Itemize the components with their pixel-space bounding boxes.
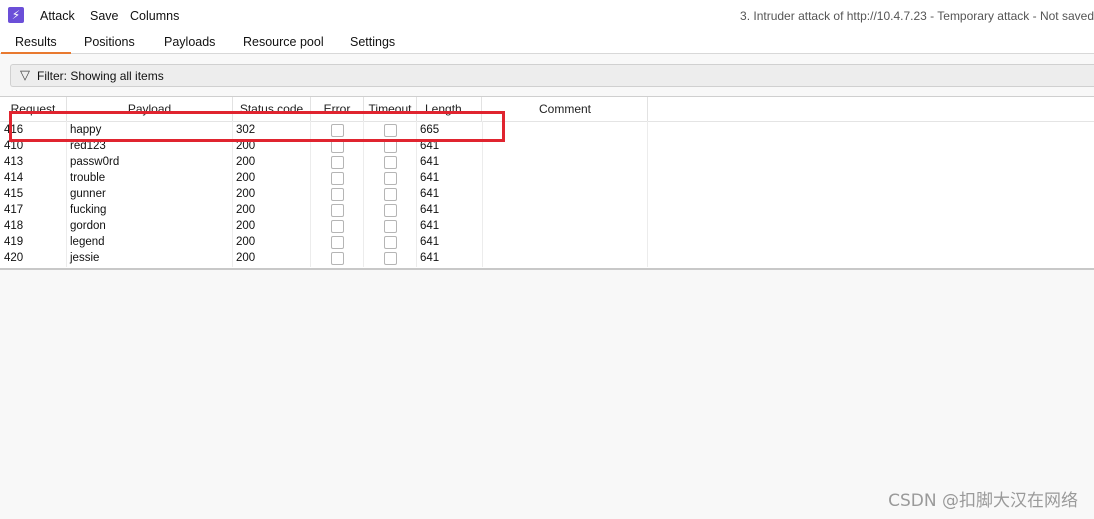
tab-positions[interactable]: Positions — [84, 35, 135, 49]
timeout-checkbox[interactable] — [384, 188, 397, 201]
error-checkbox[interactable] — [331, 252, 344, 265]
request-cell: 420 — [4, 252, 24, 264]
status-cell: 200 — [236, 188, 256, 200]
error-checkbox[interactable] — [331, 172, 344, 185]
error-checkbox[interactable] — [331, 204, 344, 217]
payload-cell: fucking — [70, 204, 107, 216]
request-cell: 417 — [4, 204, 24, 216]
timeout-checkbox[interactable] — [384, 220, 397, 233]
tab-results[interactable]: Results — [1, 35, 71, 54]
request-cell: 415 — [4, 188, 24, 200]
payload-cell: passw0rd — [70, 156, 120, 168]
table-row[interactable]: 415 gunner 200 641 — [0, 187, 648, 203]
status-cell: 200 — [236, 172, 256, 184]
request-cell: 414 — [4, 172, 24, 184]
payload-cell: legend — [70, 236, 105, 248]
tab-settings[interactable]: Settings — [350, 35, 395, 49]
filter-icon: ▽ — [20, 67, 30, 82]
status-cell: 200 — [236, 252, 256, 264]
payload-cell: trouble — [70, 172, 106, 184]
menu-attack[interactable]: Attack — [40, 9, 75, 23]
tab-bar: Results Positions Payloads Resource pool… — [0, 32, 1094, 54]
tab-payloads[interactable]: Payloads — [164, 35, 215, 49]
timeout-checkbox[interactable] — [384, 204, 397, 217]
status-cell: 200 — [236, 220, 256, 232]
tab-resource-pool[interactable]: Resource pool — [243, 35, 324, 49]
payload-cell: gunner — [70, 188, 106, 200]
table-row[interactable]: 413 passw0rd 200 641 — [0, 155, 648, 171]
menu-save[interactable]: Save — [90, 9, 119, 23]
status-cell: 200 — [236, 156, 256, 168]
length-cell: 641 — [420, 204, 440, 216]
status-cell: 200 — [236, 204, 256, 216]
timeout-checkbox[interactable] — [384, 236, 397, 249]
length-cell: 641 — [420, 236, 440, 248]
table-row[interactable]: 419 legend 200 641 — [0, 235, 648, 251]
error-checkbox[interactable] — [331, 236, 344, 249]
timeout-checkbox[interactable] — [384, 172, 397, 185]
payload-cell: jessie — [70, 252, 100, 264]
window-title: 3. Intruder attack of http://10.4.7.23 -… — [740, 9, 1094, 23]
payload-cell: gordon — [70, 220, 106, 232]
status-cell: 200 — [236, 236, 256, 248]
filter-bar[interactable]: ▽ Filter: Showing all items — [10, 64, 1094, 87]
request-cell: 413 — [4, 156, 24, 168]
error-checkbox[interactable] — [331, 220, 344, 233]
timeout-checkbox[interactable] — [384, 156, 397, 169]
length-cell: 641 — [420, 172, 440, 184]
length-cell: 641 — [420, 252, 440, 264]
table-row[interactable]: 417 fucking 200 641 — [0, 203, 648, 219]
menubar: ⚡ Attack Save Columns 3. Intruder attack… — [0, 0, 1094, 32]
filter-label: Filter: Showing all items — [37, 69, 164, 83]
error-checkbox[interactable] — [331, 188, 344, 201]
watermark: CSDN @扣脚大汉在网络 — [888, 491, 1078, 511]
burp-lightning-icon: ⚡ — [8, 7, 24, 23]
timeout-checkbox[interactable] — [384, 252, 397, 265]
request-cell: 419 — [4, 236, 24, 248]
table-row[interactable]: 414 trouble 200 641 — [0, 171, 648, 187]
red-highlight-box — [9, 111, 505, 142]
menu-columns[interactable]: Columns — [130, 9, 179, 23]
error-checkbox[interactable] — [331, 156, 344, 169]
table-row[interactable]: 420 jessie 200 641 — [0, 251, 648, 267]
request-cell: 418 — [4, 220, 24, 232]
table-row[interactable]: 418 gordon 200 641 — [0, 219, 648, 235]
column-header-comment[interactable]: Comment — [483, 97, 648, 121]
length-cell: 641 — [420, 220, 440, 232]
length-cell: 641 — [420, 156, 440, 168]
length-cell: 641 — [420, 188, 440, 200]
